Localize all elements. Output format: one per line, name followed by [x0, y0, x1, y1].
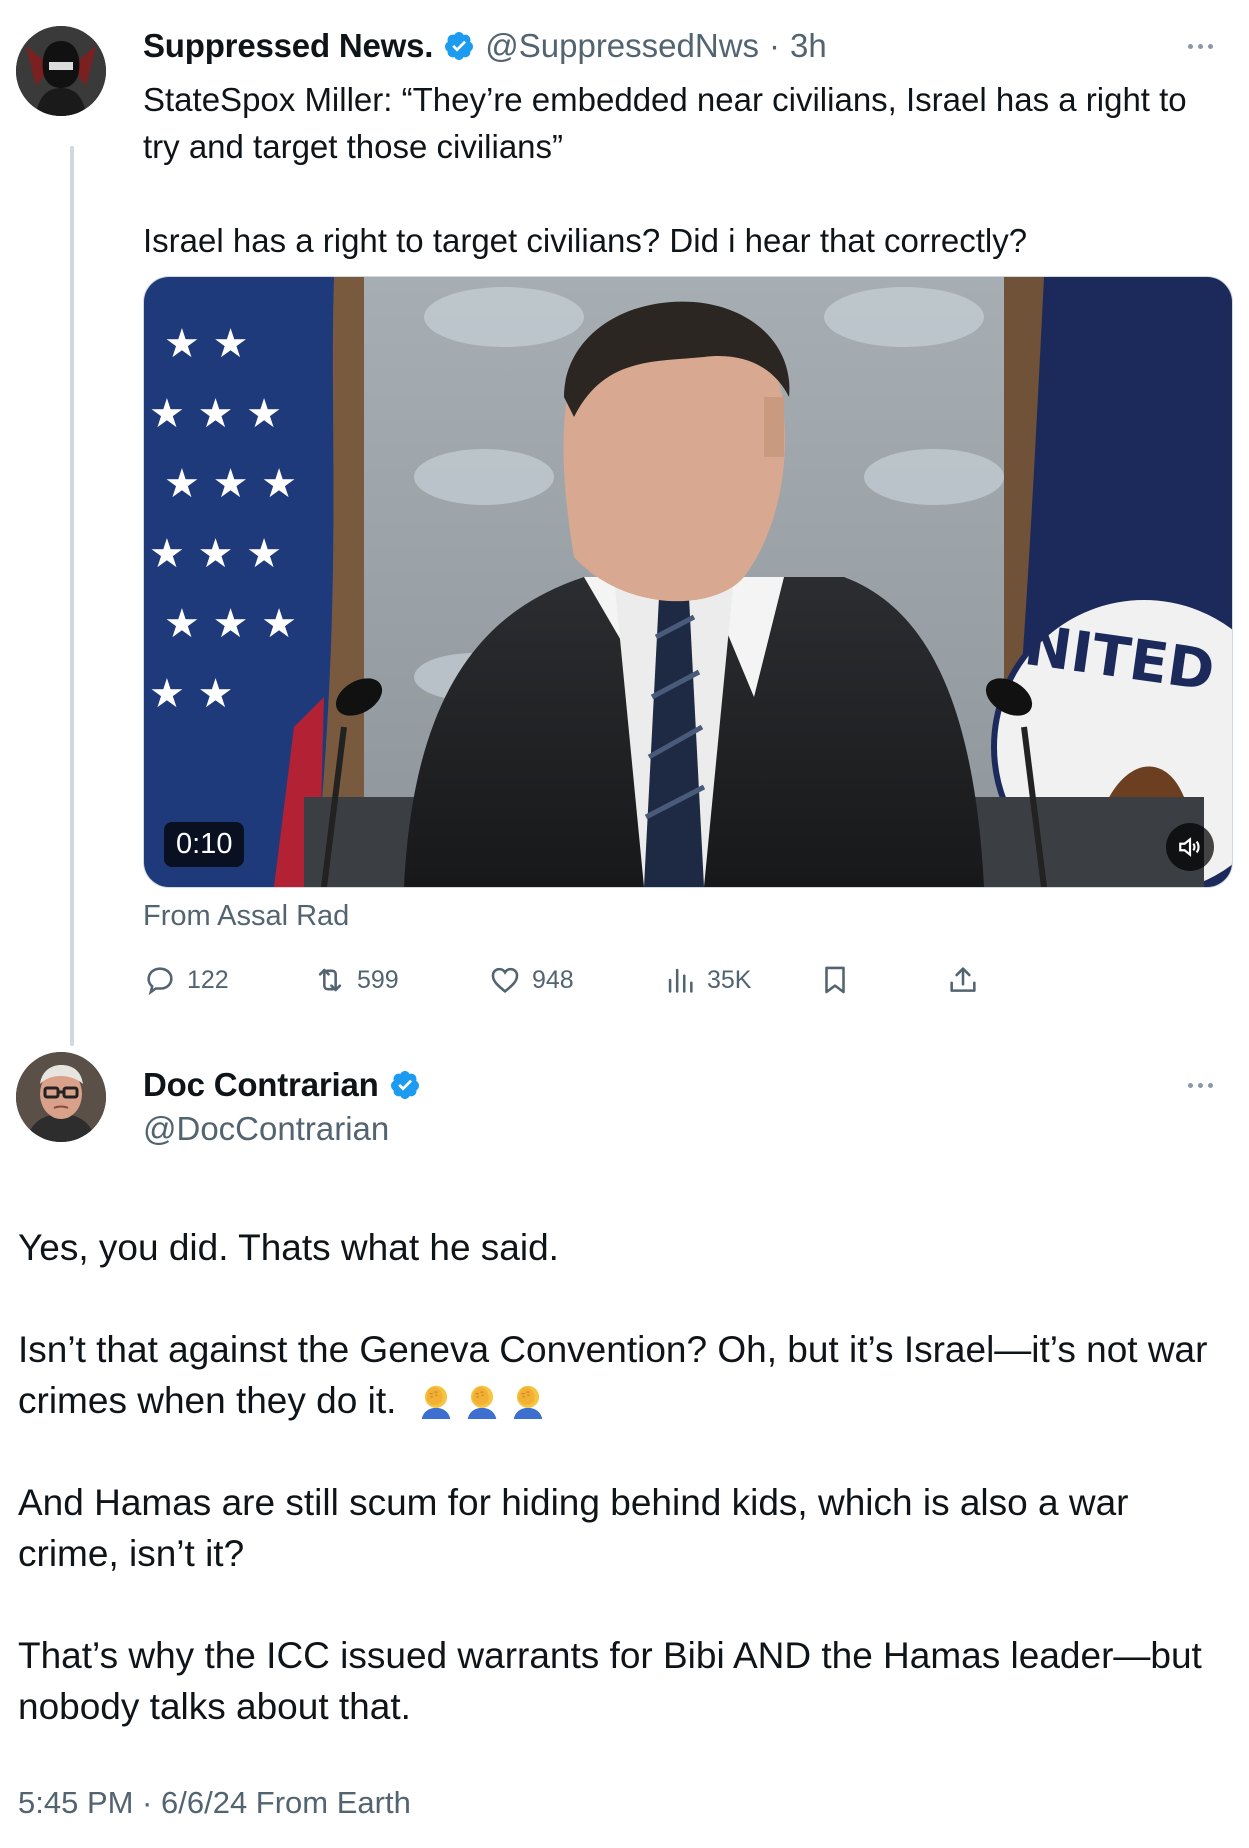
repost-button[interactable]: 599 [313, 955, 399, 1005]
tweet1-handle[interactable]: @SuppressedNws [485, 27, 759, 65]
reply-button[interactable]: 122 [143, 955, 229, 1005]
more-options-icon[interactable] [1188, 1083, 1213, 1088]
tweet1-time[interactable]: 3h [790, 27, 827, 65]
views-button[interactable]: 35K [663, 955, 751, 1005]
svg-text:★ ★: ★ ★ [164, 321, 248, 367]
tweet2-paragraph-3: And Hamas are still scum for hiding behi… [18, 1482, 1129, 1574]
tweet1-separator: · [769, 27, 781, 64]
repost-count: 599 [357, 965, 399, 994]
tweet1-text: StateSpox Miller: “They’re embedded near… [143, 76, 1223, 264]
svg-text:★ ★ ★: ★ ★ ★ [149, 391, 282, 437]
facepalm-emoji-icon [467, 1385, 496, 1419]
like-icon [491, 967, 519, 993]
views-count: 35K [707, 965, 752, 994]
tweet2-paragraph-4: That’s why the ICC issued warrants for B… [18, 1635, 1202, 1727]
tweet2-display-name[interactable]: Doc Contrarian [143, 1066, 379, 1104]
reply-icon [147, 967, 173, 996]
tweet2-paragraph-2-text: Isn’t that against the Geneva Convention… [18, 1329, 1208, 1421]
verified-badge-icon [445, 32, 474, 60]
reply-count: 122 [187, 965, 229, 994]
facepalm-emoji-icon [421, 1385, 450, 1419]
mute-icon[interactable] [1166, 823, 1214, 871]
thread-connector-line [70, 146, 74, 1046]
svg-text:★ ★ ★: ★ ★ ★ [164, 461, 297, 507]
like-button[interactable]: 948 [488, 955, 574, 1005]
tweet2-paragraph-2: Isn’t that against the Geneva Convention… [18, 1324, 1228, 1426]
tweet2-body: Yes, you did. Thats what he said. Isn’t … [18, 1222, 1228, 1783]
svg-text:★ ★ ★: ★ ★ ★ [164, 601, 297, 647]
bookmark-button[interactable] [818, 955, 852, 1005]
views-icon [668, 968, 693, 993]
tweet1-text-line1: StateSpox Miller: “They’re embedded near… [143, 81, 1187, 165]
share-icon [950, 967, 976, 992]
repost-icon [318, 968, 342, 992]
svg-text:★ ★ ★: ★ ★ ★ [149, 531, 282, 577]
like-count: 948 [532, 965, 574, 994]
media-attribution[interactable]: From Assal Rad [143, 900, 349, 933]
avatar-doc-contrarian[interactable] [16, 1052, 106, 1142]
share-button[interactable] [946, 955, 980, 1005]
svg-text:★ ★: ★ ★ [149, 671, 233, 717]
more-options-icon[interactable] [1188, 44, 1213, 49]
facepalm-emoji-icon [513, 1385, 542, 1419]
tweet2-name-row: Doc Contrarian [143, 1066, 421, 1104]
bookmark-icon [825, 966, 845, 994]
video-player[interactable]: ★ ★ ★ ★ ★ ★ ★ ★ ★ ★ ★ ★ ★ ★ ★ ★ NITED ST… [143, 276, 1233, 888]
tweet2-paragraph-1: Yes, you did. Thats what he said. [18, 1227, 559, 1268]
verified-badge-icon [390, 1071, 419, 1099]
video-duration: 0:10 [164, 822, 245, 867]
tweet1-display-name[interactable]: Suppressed News. [143, 27, 433, 65]
tweet1-text-line2: Israel has a right to target civilians? … [143, 222, 1028, 259]
tweet1-header: Suppressed News. @SuppressedNws · 3h [143, 24, 827, 68]
avatar-suppressed-news[interactable] [16, 26, 106, 116]
tweet2-timestamp[interactable]: 5:45 PM · 6/6/24 From Earth [18, 1785, 411, 1821]
tweet2-handle[interactable]: @DocContrarian [143, 1110, 389, 1148]
tweet1-action-bar: 122 599 948 35K [143, 955, 1123, 1005]
video-thumbnail: ★ ★ ★ ★ ★ ★ ★ ★ ★ ★ ★ ★ ★ ★ ★ ★ NITED ST… [144, 277, 1232, 887]
